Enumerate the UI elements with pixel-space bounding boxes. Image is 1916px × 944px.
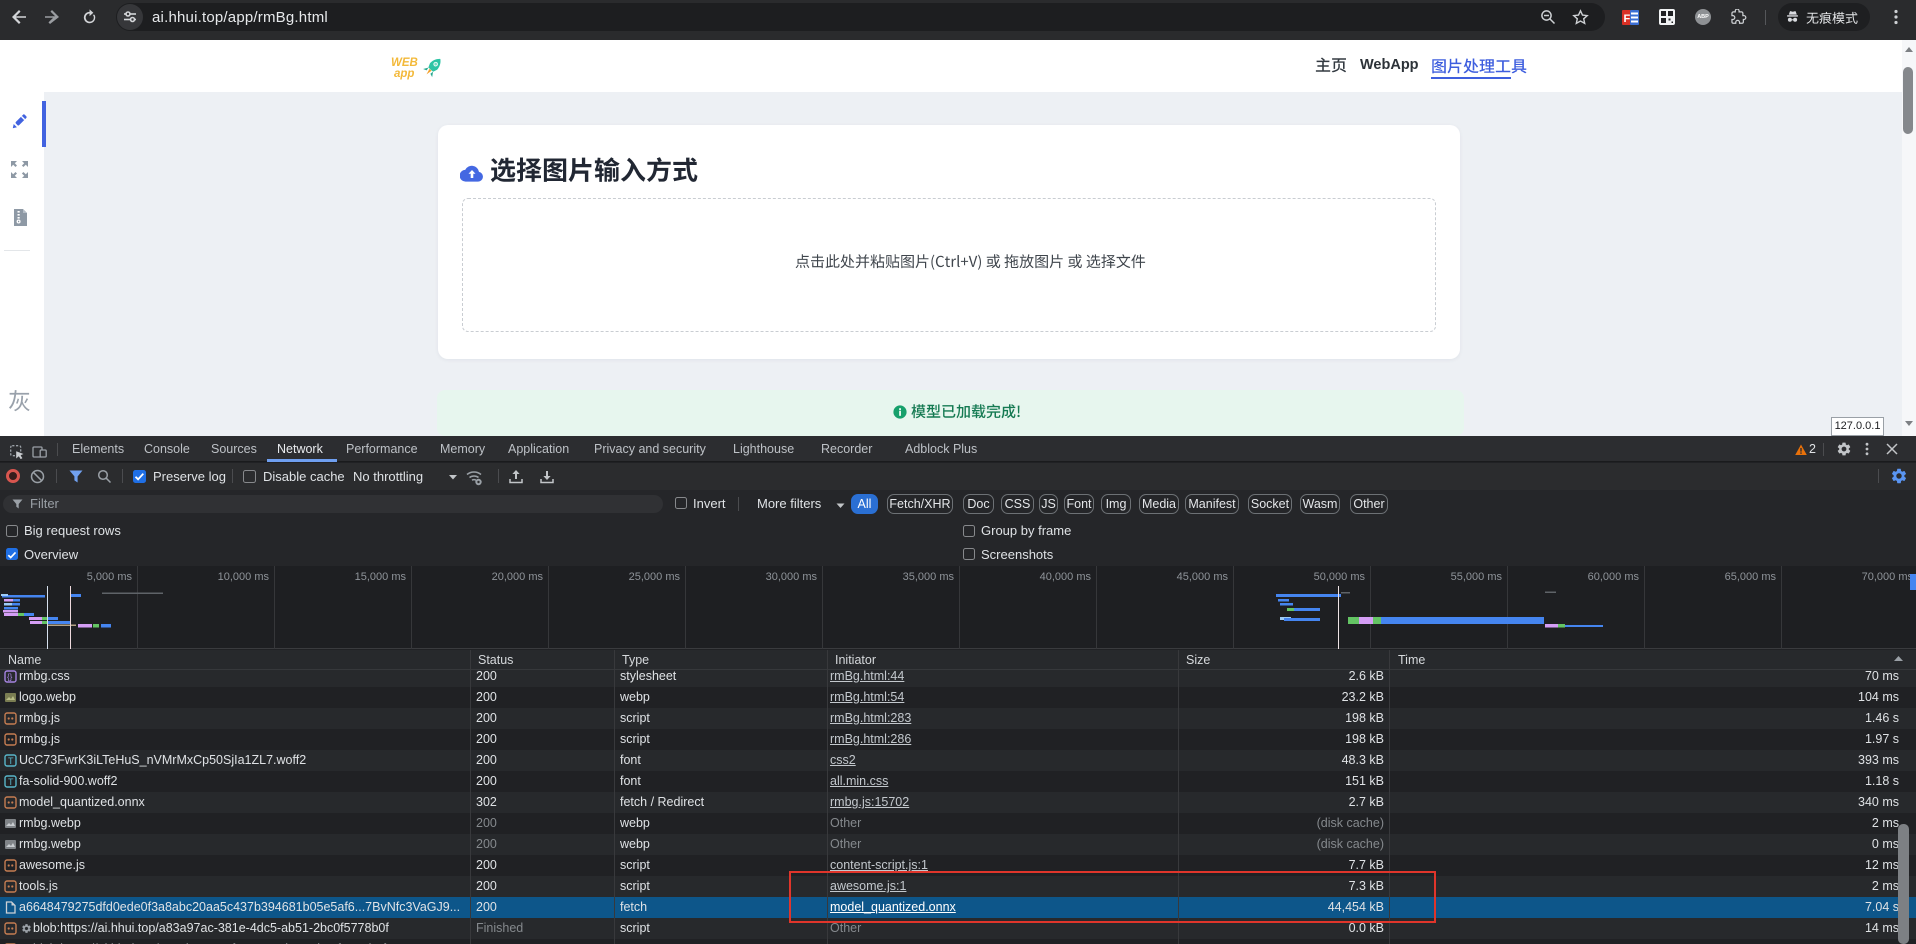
svg-text:app: app — [394, 68, 414, 80]
svg-text:T: T — [8, 777, 14, 787]
svg-text:F: F — [1624, 13, 1631, 25]
svg-text:T: T — [8, 756, 14, 766]
svg-text:{}: {} — [7, 672, 13, 681]
